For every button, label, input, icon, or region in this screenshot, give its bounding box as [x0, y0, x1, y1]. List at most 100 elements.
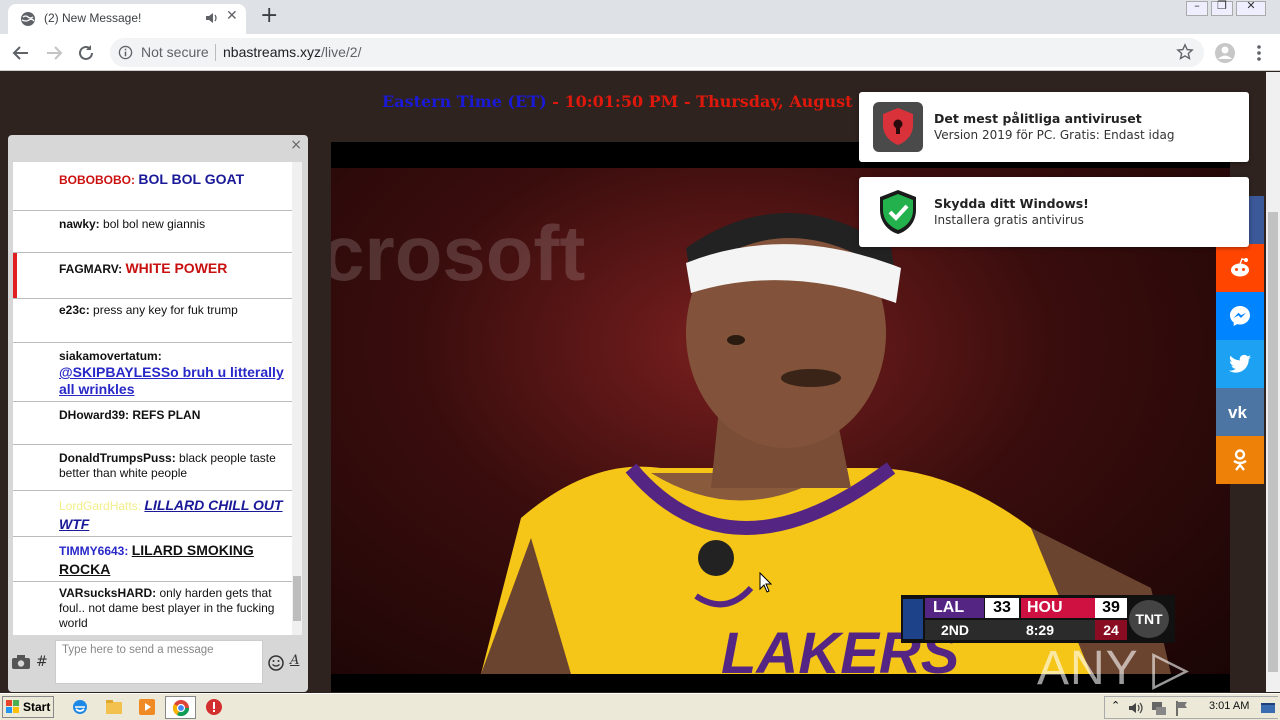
- notification-title: Skydda ditt Windows!: [934, 196, 1089, 211]
- chat-scroll-thumb[interactable]: [293, 576, 301, 621]
- twitter-icon: [1229, 354, 1251, 373]
- page-scrollbar[interactable]: [1266, 72, 1280, 692]
- windows-logo-icon: [6, 700, 19, 713]
- chat-message: e23c: press any key for fuk trump: [13, 299, 292, 343]
- internet-explorer-icon[interactable]: [71, 698, 89, 716]
- chat-username[interactable]: FAGMARV:: [59, 262, 122, 276]
- speaker-icon[interactable]: [204, 10, 220, 26]
- notification-body: Version 2019 för PC. Gratis: Endast idag: [934, 128, 1175, 142]
- chat-text: press any key for fuk trump: [93, 303, 238, 317]
- system-tray: ⌃: [1104, 696, 1278, 719]
- chat-message-input[interactable]: Type here to send a message: [55, 640, 263, 684]
- chat-message: siakamovertatum: @SKIPBAYLESSo bruh u li…: [13, 343, 292, 402]
- start-button[interactable]: Start: [2, 696, 54, 718]
- file-explorer-icon[interactable]: [105, 698, 123, 716]
- share-odnoklassniki-button[interactable]: [1216, 436, 1264, 484]
- restore-button[interactable]: ❐: [1211, 0, 1233, 16]
- omnibox[interactable]: Not secure nbastreams.xyz /live/2/: [110, 38, 1204, 67]
- taskbar-chrome-button[interactable]: [165, 696, 196, 719]
- chat-message: FAGMARV: WHITE POWER: [13, 253, 292, 299]
- emoji-icon[interactable]: [268, 655, 284, 671]
- share-reddit-button[interactable]: [1216, 244, 1264, 292]
- network-icon[interactable]: [1150, 699, 1168, 717]
- text-format-button[interactable]: A: [290, 653, 299, 668]
- reload-icon[interactable]: [75, 42, 97, 64]
- chat-username[interactable]: siakamovertatum:: [59, 349, 162, 363]
- nba-logo: [903, 599, 923, 639]
- url-host: nbastreams.xyz: [223, 44, 322, 60]
- close-window-button[interactable]: ✕: [1236, 0, 1266, 16]
- action-center-flag-icon[interactable]: [1173, 699, 1191, 717]
- tab-strip: (2) New Message! ✕ + – ❐ ✕: [0, 0, 1280, 34]
- chat-username[interactable]: TIMMY6643:: [59, 544, 128, 558]
- score-away: 33: [985, 598, 1019, 618]
- chat-username[interactable]: BOBOBOBO:: [59, 173, 135, 187]
- notification-antivirus-offer[interactable]: Det mest pålitliga antiviruset Version 2…: [859, 92, 1249, 162]
- page-content: Eastern Time (ET) - 10:01:50 PM - Thursd…: [0, 72, 1266, 692]
- media-player-icon[interactable]: [138, 698, 156, 716]
- security-label: Not secure: [141, 44, 209, 60]
- game-period: 2ND: [925, 620, 985, 640]
- profile-avatar-icon[interactable]: [1214, 42, 1236, 64]
- chat-username[interactable]: DonaldTrumpsPuss:: [59, 451, 176, 465]
- share-messenger-button[interactable]: [1216, 292, 1264, 340]
- tray-expand-icon[interactable]: ⌃: [1111, 699, 1120, 712]
- notification-title: Det mest pålitliga antiviruset: [934, 111, 1142, 126]
- forward-icon[interactable]: [43, 42, 65, 64]
- messenger-icon: [1230, 306, 1250, 326]
- omnibox-divider: [215, 44, 216, 61]
- chat-username[interactable]: VARsucksHARD:: [59, 586, 156, 600]
- mouse-cursor-icon: [759, 572, 773, 593]
- chat-message-list[interactable]: BOBOBOBO: BOL BOL GOAT nawky: bol bol ne…: [13, 162, 302, 635]
- shield-check-icon: [880, 190, 916, 234]
- show-desktop-icon[interactable]: [1259, 699, 1277, 717]
- chat-message: BOBOBOBO: BOL BOL GOAT: [13, 162, 292, 211]
- share-twitter-button[interactable]: [1216, 340, 1264, 388]
- globe-icon: [21, 12, 35, 26]
- chat-text: BOL BOL GOAT: [138, 171, 245, 187]
- notification-protect-windows[interactable]: Skydda ditt Windows! Installera gratis a…: [859, 177, 1249, 247]
- back-icon[interactable]: [10, 42, 32, 64]
- page-scroll-thumb[interactable]: [1268, 212, 1278, 672]
- odnoklassniki-icon: [1233, 449, 1247, 471]
- tab-close-icon[interactable]: ✕: [226, 8, 238, 24]
- shot-clock: 24: [1095, 620, 1127, 640]
- chat-close-icon[interactable]: ×: [290, 137, 302, 153]
- chat-text: bol bol new giannis: [103, 217, 206, 231]
- highlight-bar: [13, 253, 17, 298]
- live-clock: Eastern Time (ET) - 10:01:50 PM - Thursd…: [382, 92, 903, 111]
- network-logo: TNT: [1129, 600, 1169, 638]
- stop-sign-icon[interactable]: [205, 698, 223, 716]
- camera-icon[interactable]: [12, 655, 30, 669]
- time-text: - 10:01:50 PM - Thursday, August 6, 20: [546, 92, 903, 111]
- browser-tab[interactable]: (2) New Message! ✕: [8, 4, 246, 34]
- menu-kebab-icon[interactable]: [1248, 42, 1270, 64]
- hashtag-button[interactable]: #: [36, 654, 48, 670]
- chat-username[interactable]: nawky:: [59, 217, 100, 231]
- info-icon[interactable]: [118, 45, 133, 60]
- chat-username[interactable]: LordGardHatts:: [59, 499, 141, 513]
- notification-body: Installera gratis antivirus: [934, 213, 1084, 227]
- address-bar: Not secure nbastreams.xyz /live/2/: [0, 34, 1280, 71]
- chat-scrollbar[interactable]: [292, 162, 302, 635]
- chat-username[interactable]: e23c:: [59, 303, 90, 317]
- watermark: ANY ▷ RUN: [1037, 642, 1191, 692]
- score-home: 39: [1095, 598, 1127, 618]
- bookmark-star-icon[interactable]: [1176, 43, 1194, 61]
- game-clock: 8:29: [985, 620, 1095, 640]
- team-home: HOU: [1021, 598, 1095, 618]
- svg-text:vk: vk: [1228, 403, 1247, 422]
- taskbar-clock[interactable]: 3:01 AM: [1209, 700, 1249, 712]
- share-vk-button[interactable]: vk: [1216, 388, 1264, 436]
- chat-message: LordGardHatts: LILLARD CHILL OUT WTF: [13, 491, 292, 537]
- minimize-button[interactable]: –: [1186, 0, 1208, 16]
- volume-icon[interactable]: [1127, 699, 1145, 717]
- new-tab-button[interactable]: +: [260, 4, 278, 28]
- url-path: /live/2/: [321, 44, 362, 60]
- team-away: LAL: [925, 598, 984, 618]
- chat-username[interactable]: DHoward39:: [59, 408, 129, 422]
- chat-panel: × BOBOBOBO: BOL BOL GOAT nawky: bol bol …: [8, 135, 308, 692]
- chat-mention-link[interactable]: @SKIPBAYLESSo bruh u litterally all wrin…: [59, 364, 284, 397]
- chat-message: nawky: bol bol new giannis: [13, 211, 292, 253]
- chat-text: REFS PLAN: [132, 408, 201, 422]
